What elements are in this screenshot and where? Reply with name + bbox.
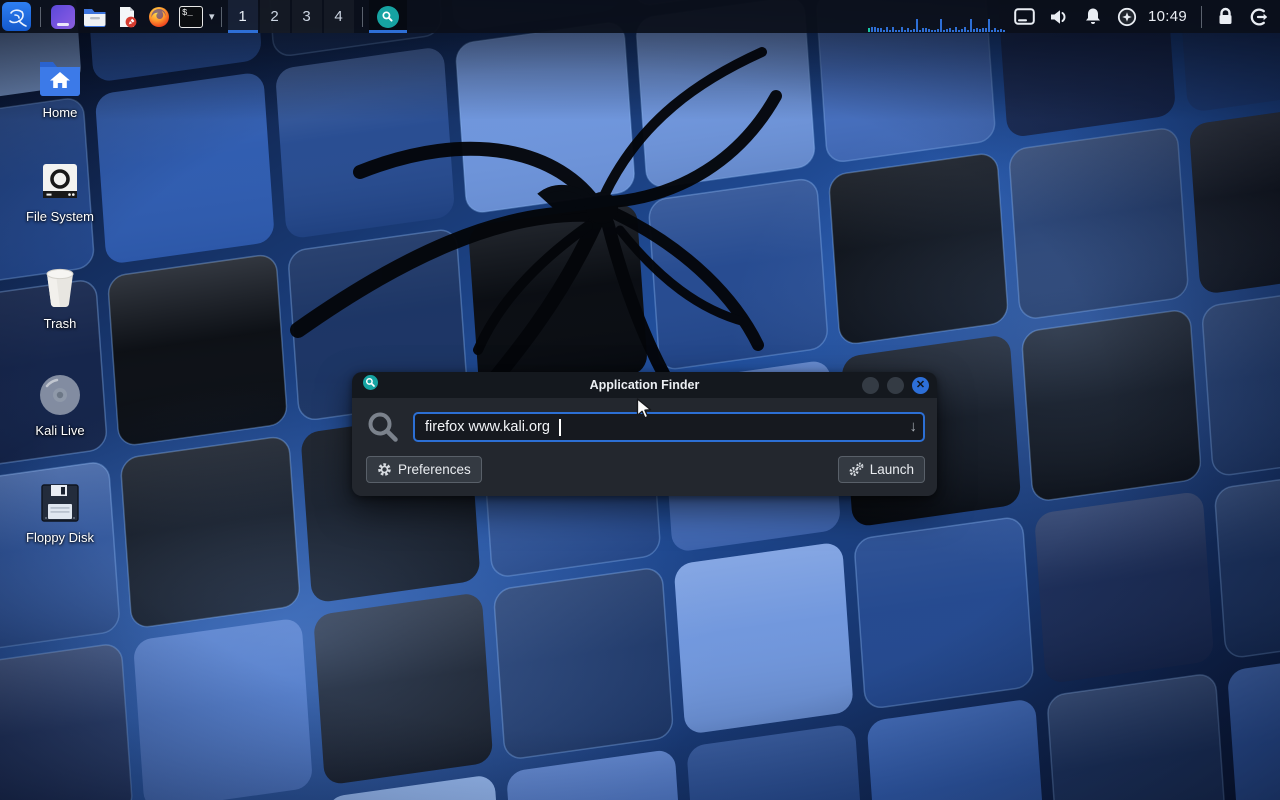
history-dropdown-icon[interactable]: ↓ <box>910 418 918 435</box>
text-caret <box>559 419 561 436</box>
hard-drive-icon <box>39 160 81 202</box>
workspace-switcher: 1 2 3 4 <box>228 0 356 33</box>
chevron-down-icon[interactable]: ▾ <box>209 10 215 23</box>
power-manager-tray-button[interactable] <box>1110 0 1144 33</box>
floppy-disk-icon <box>39 481 81 523</box>
lock-screen-icon <box>1217 7 1234 26</box>
panel-separator <box>362 7 363 27</box>
mouse-cursor <box>636 398 656 420</box>
logout-button[interactable] <box>1242 0 1276 33</box>
trash-icon <box>39 266 81 310</box>
display-tray-button[interactable] <box>1008 0 1042 33</box>
launcher-text-editor[interactable] <box>111 0 143 33</box>
application-finder-icon <box>363 375 378 395</box>
launch-gears-icon <box>849 462 864 477</box>
top-panel: $_ ▾ 1 2 3 4 <box>0 0 1280 33</box>
desktop-icon-label: Floppy Disk <box>26 530 94 545</box>
search-input[interactable] <box>413 412 925 442</box>
close-button[interactable]: ✕ <box>912 377 929 394</box>
workspace-2[interactable]: 2 <box>260 0 290 33</box>
launch-button[interactable]: Launch <box>838 456 925 483</box>
lock-screen-button[interactable] <box>1208 0 1242 33</box>
panel-separator <box>1201 6 1202 28</box>
search-icon <box>366 410 400 444</box>
desktop-icon-file-system[interactable]: File System <box>5 157 115 224</box>
desktop-icon-label: File System <box>26 209 94 224</box>
firefox-icon <box>147 5 171 29</box>
launch-label: Launch <box>870 462 914 477</box>
preferences-button[interactable]: Preferences <box>366 456 482 483</box>
launcher-file-manager[interactable] <box>79 0 111 33</box>
desktop-icon-label: Trash <box>44 316 77 331</box>
taskbar-application-finder[interactable] <box>369 0 407 33</box>
display-icon <box>1014 8 1035 26</box>
notifications-tray-button[interactable] <box>1076 0 1110 33</box>
file-manager-icon <box>82 6 108 28</box>
power-manager-icon <box>1117 7 1137 27</box>
launcher-app-purple[interactable] <box>47 0 79 33</box>
kali-menu-icon <box>6 6 28 28</box>
volume-icon <box>1049 8 1069 26</box>
desktop-icon-trash[interactable]: Trash <box>5 264 115 331</box>
volume-tray-button[interactable] <box>1042 0 1076 33</box>
optical-disc-icon <box>37 372 83 418</box>
desktop-icon-label: Kali Live <box>35 423 84 438</box>
workspace-4[interactable]: 4 <box>324 0 354 33</box>
application-finder-icon <box>377 6 399 28</box>
desktop-icon-kali-live[interactable]: Kali Live <box>5 371 115 438</box>
gear-icon <box>377 462 392 477</box>
app-purple-icon <box>51 5 75 29</box>
desktop-icon-home[interactable]: Home <box>5 53 115 120</box>
minimize-button[interactable] <box>862 377 879 394</box>
desktop-icon-label: Home <box>43 105 78 120</box>
panel-separator <box>40 7 41 27</box>
window-title: Application Finder <box>352 378 937 392</box>
launcher-firefox[interactable] <box>143 0 175 33</box>
workspace-1[interactable]: 1 <box>228 0 258 33</box>
application-finder-window: Application Finder ✕ ↓ <box>352 372 937 496</box>
logout-icon <box>1249 7 1269 27</box>
desktop-root: $_ ▾ 1 2 3 4 <box>0 0 1280 800</box>
text-editor-icon <box>115 5 139 29</box>
network-monitor[interactable] <box>866 0 1008 33</box>
home-folder-icon <box>37 57 83 97</box>
clock[interactable]: 10:49 <box>1148 8 1187 25</box>
maximize-button[interactable] <box>887 377 904 394</box>
desktop-icon-floppy-disk[interactable]: Floppy Disk <box>5 478 115 545</box>
titlebar[interactable]: Application Finder ✕ <box>352 372 937 398</box>
panel-separator <box>221 7 222 27</box>
workspace-3[interactable]: 3 <box>292 0 322 33</box>
notifications-bell-icon <box>1084 7 1102 26</box>
preferences-label: Preferences <box>398 462 471 477</box>
applications-menu-button[interactable] <box>2 2 31 31</box>
launcher-terminal[interactable]: $_ <box>175 0 207 33</box>
terminal-icon: $_ <box>179 6 203 28</box>
